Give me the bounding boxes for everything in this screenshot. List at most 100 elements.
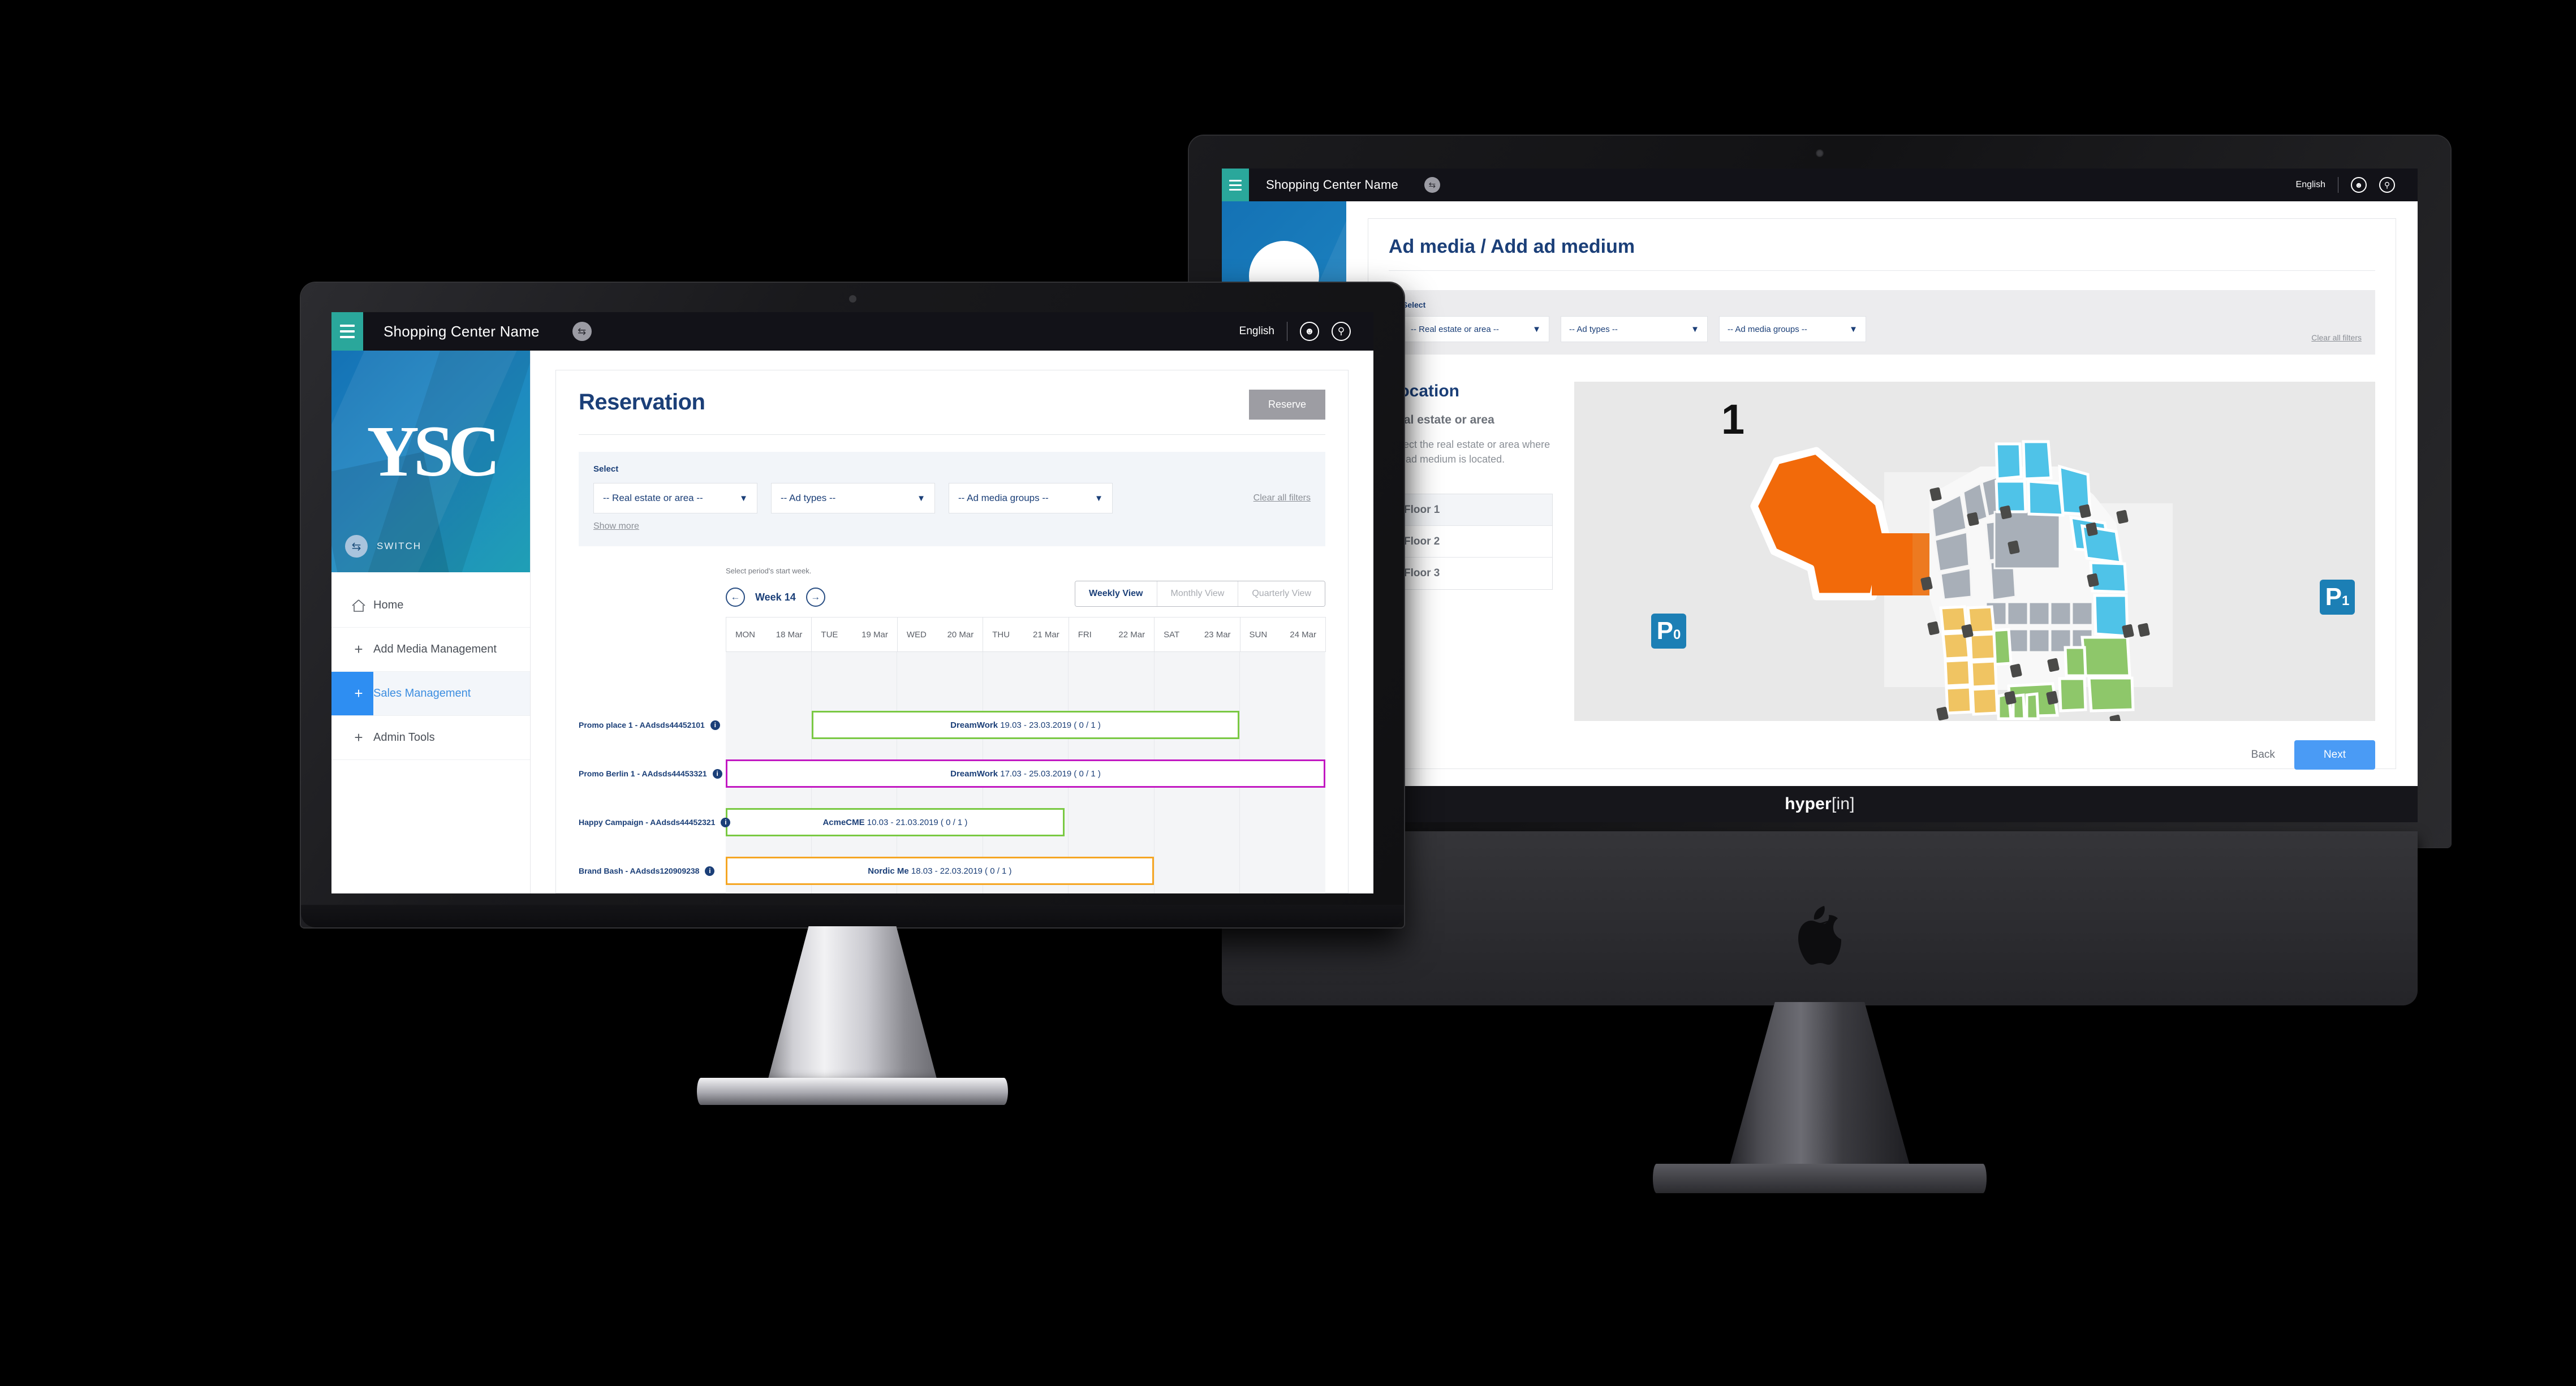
day-date: 24 Mar (1290, 629, 1316, 640)
calendar-toolbar: ← Week 14 → Weekly View Monthly View Qua… (726, 581, 1325, 607)
day-of-week: THU (992, 629, 1010, 640)
right-monitor-camera (1816, 149, 1824, 157)
next-button[interactable]: Next (2294, 740, 2375, 770)
bar-brand: DreamWork (950, 768, 998, 779)
dropdown-ad-types[interactable]: -- Ad types -- ▼ (771, 483, 935, 513)
info-icon[interactable]: i (712, 768, 722, 779)
list-item: Brand Bash - AAdsds120909238 i (579, 847, 726, 893)
day-cell: TUE 19 Mar (811, 617, 898, 652)
list-item: Happy Campaign - AAdsds44452321 i (579, 798, 731, 847)
floor-label: Floor 1 (1404, 503, 1440, 516)
show-more-link[interactable]: Show more (593, 521, 639, 532)
language-label[interactable]: English (1239, 325, 1274, 338)
map-column: 1 P 0 P 1 Back Next (1574, 382, 2375, 770)
arrow-left-icon[interactable]: ← (726, 588, 745, 607)
info-icon[interactable]: i (705, 866, 715, 876)
sidebar-item-label: Admin Tools (373, 731, 435, 744)
dropdown-value: -- Real estate or area -- (1411, 324, 1499, 334)
app-title: Shopping Center Name (384, 322, 540, 340)
right-topbar-actions: English ☻ ⚲ (2296, 177, 2418, 193)
gantt-bar-promo-berlin-1[interactable]: DreamWork 17.03 - 25.03.2019 ( 0 / 1 ) (726, 759, 1325, 788)
language-label[interactable]: English (2296, 180, 2325, 190)
tab-monthly-view[interactable]: Monthly View (1157, 581, 1239, 606)
sidebar-item-home[interactable]: Home (331, 584, 530, 628)
user-icon[interactable]: ☻ (1300, 322, 1319, 341)
row-label: Brand Bash - AAdsds120909238 (579, 866, 700, 875)
left-monitor-stand (301, 905, 1404, 1199)
location-subheading: Real estate or area (1389, 413, 1494, 426)
chevron-down-icon: ▼ (1532, 324, 1541, 334)
tab-quarterly-view[interactable]: Quarterly View (1238, 581, 1325, 606)
sidebar-item-label: Add Media Management (373, 643, 497, 655)
sidebar-item-label: Sales Management (373, 687, 471, 700)
calendar-main: Select period's start week. ← Week 14 → … (579, 567, 1326, 893)
gantt-bar-brand-bash[interactable]: Nordic Me 18.03 - 22.03.2019 ( 0 / 1 ) (726, 857, 1154, 885)
clear-all-filters-link[interactable]: Clear all filters (2311, 333, 2362, 342)
hamburger-icon[interactable] (1222, 169, 1249, 201)
parking-letter: P (2325, 583, 2342, 611)
switch-label: SWITCH (377, 541, 422, 551)
divider (579, 434, 1325, 435)
floor-list: Floor 1 Floor 2 Floor 3 (1389, 494, 1553, 590)
filter-bar: Select -- Real estate or area -- ▼ -- Ad… (579, 452, 1325, 546)
dropdown-real-estate[interactable]: -- Real estate or area -- ▼ (593, 483, 757, 513)
gantt-rows: DreamWork 19.03 - 23.03.2019 ( 0 / 1 ) D… (726, 652, 1325, 893)
dropdown-ad-media-groups[interactable]: -- Ad media groups -- ▼ (949, 483, 1113, 513)
sidebar-nav: Home + Add Media Management + Sales Mana… (331, 572, 530, 760)
dropdown-value: -- Ad media groups -- (1728, 324, 1807, 334)
info-icon[interactable]: i (710, 720, 720, 730)
user-icon[interactable]: ☻ (2351, 177, 2367, 193)
arrow-right-icon[interactable]: → (805, 588, 825, 607)
clear-all-filters-link[interactable]: Clear all filters (1253, 493, 1311, 503)
parking-index: 1 (2342, 593, 2350, 608)
table-row: Nordic Me 18.03 - 22.03.2019 ( 0 / 1 ) (726, 847, 1325, 893)
back-button[interactable]: Back (2251, 749, 2275, 761)
hyperin-logo: hyper[in] (1785, 795, 1855, 814)
dropdown-ad-types[interactable]: -- Ad types -- ▼ (1561, 316, 1708, 342)
floor-item-3[interactable]: Floor 3 (1389, 558, 1552, 590)
left-body: YSC ⇆ SWITCH Home + Add Media Management… (331, 351, 1373, 893)
search-icon[interactable]: ⚲ (2379, 177, 2395, 193)
reserve-button[interactable]: Reserve (1248, 390, 1325, 420)
switch-arrows-icon[interactable]: ⇆ (572, 322, 592, 341)
view-toggle: Weekly View Monthly View Quarterly View (1075, 581, 1325, 607)
home-icon (344, 599, 373, 612)
list-item: Promo place 1 - AAdsds44452101 i (579, 701, 726, 749)
switch-account-row[interactable]: ⇆ SWITCH (345, 535, 421, 558)
tab-weekly-view[interactable]: Weekly View (1075, 581, 1157, 606)
dropdown-value: -- Real estate or area -- (603, 493, 703, 503)
gantt-bar-happy-campaign[interactable]: AcmeCME 10.03 - 21.03.2019 ( 0 / 1 ) (726, 808, 1065, 836)
day-date: 23 Mar (1204, 629, 1231, 640)
reservation-card: Reservation Reserve Select -- Real estat… (555, 370, 1349, 893)
sidebar-item-admin-tools[interactable]: + Admin Tools (331, 716, 530, 760)
select-label: Select (593, 464, 619, 474)
day-cell: WED 20 Mar (897, 617, 984, 652)
dropdown-ad-media-groups[interactable]: -- Ad media groups -- ▼ (1719, 316, 1866, 342)
day-of-week: SUN (1249, 629, 1268, 640)
info-icon[interactable]: i (721, 817, 731, 827)
gantt-grid: DreamWork 19.03 - 23.03.2019 ( 0 / 1 ) D… (579, 652, 1325, 893)
floor-map-svg (1750, 440, 2173, 721)
table-row: DreamWork 17.03 - 25.03.2019 ( 0 / 1 ) (726, 749, 1325, 798)
floor-item-1[interactable]: Floor 1 (1389, 494, 1552, 526)
location-left-column: Location Real estate or area Select the … (1389, 382, 1553, 770)
hamburger-icon[interactable] (331, 312, 363, 351)
row-label: Happy Campaign - AAdsds44452321 (579, 818, 716, 827)
dropdown-real-estate[interactable]: -- Real estate or area -- ▼ (1402, 316, 1549, 342)
app-title: Shopping Center Name (1266, 178, 1398, 192)
chevron-down-icon: ▼ (1691, 324, 1699, 334)
switch-arrows-icon[interactable]: ⇆ (1424, 177, 1440, 193)
parking-letter: P (1656, 617, 1673, 645)
sidebar-item-add-media-management[interactable]: + Add Media Management (331, 628, 530, 672)
search-icon[interactable]: ⚲ (1332, 322, 1351, 341)
list-item: Promo Berlin 1 - AAdsds44453321 i (579, 749, 726, 798)
floor-map[interactable]: 1 P 0 P 1 (1574, 382, 2375, 721)
sidebar-item-sales-management[interactable]: + Sales Management (331, 672, 530, 716)
day-date: 22 Mar (1118, 629, 1145, 640)
table-row (726, 652, 1325, 701)
chevron-down-icon: ▼ (917, 493, 925, 503)
floor-item-2[interactable]: Floor 2 (1389, 526, 1552, 558)
parking-index: 0 (1673, 627, 1681, 642)
bar-dates: 19.03 - 23.03.2019 ( 0 / 1 ) (998, 720, 1101, 730)
gantt-bar-promo-place-1[interactable]: DreamWork 19.03 - 23.03.2019 ( 0 / 1 ) (811, 711, 1240, 739)
